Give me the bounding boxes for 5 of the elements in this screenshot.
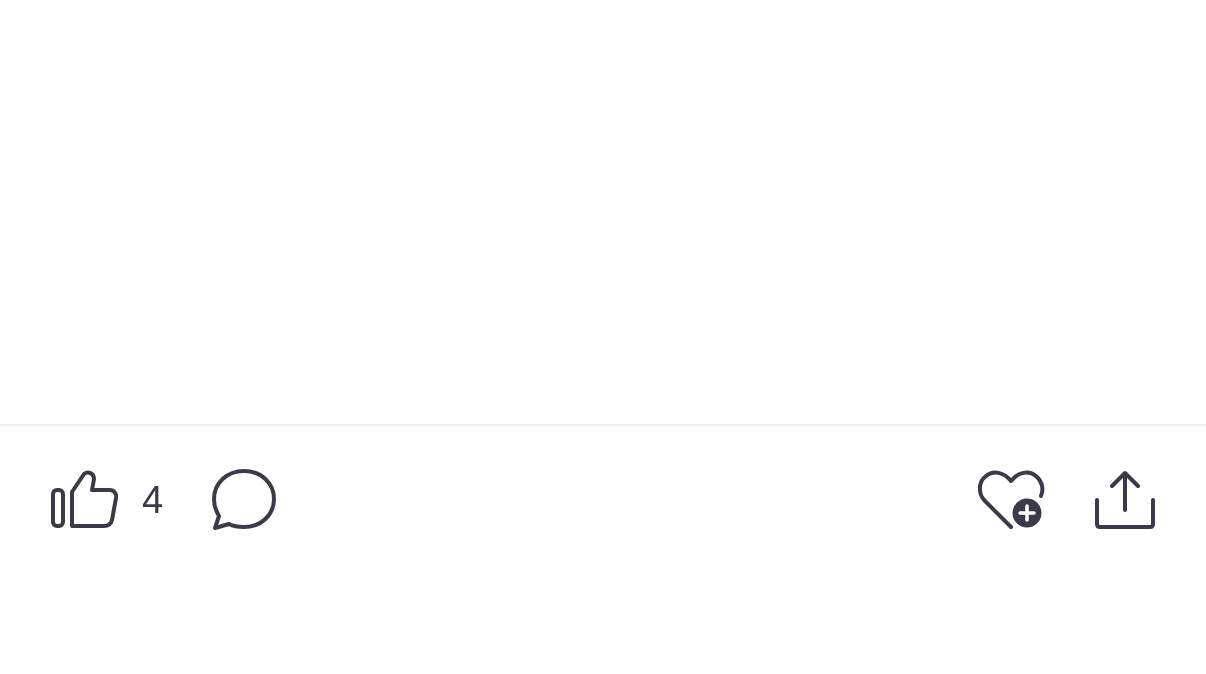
comment-button[interactable] [211,468,278,532]
like-button[interactable] [50,470,118,530]
like-count: 4 [142,481,164,519]
add-to-favorites-button[interactable] [978,469,1046,531]
share-button[interactable] [1094,470,1156,530]
